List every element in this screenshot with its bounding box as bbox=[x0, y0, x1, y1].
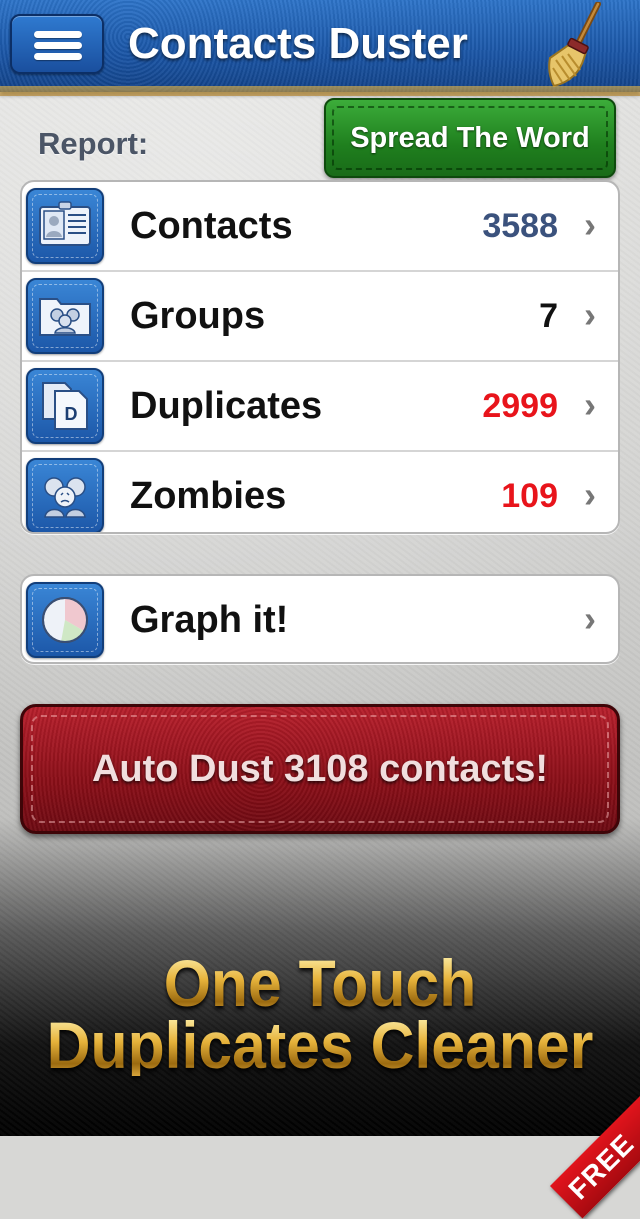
broom-icon bbox=[548, 2, 601, 88]
app-title: Contacts Duster bbox=[128, 19, 468, 68]
spread-the-word-button[interactable]: Spread The Word bbox=[324, 98, 616, 178]
chevron-right-icon: › bbox=[584, 204, 596, 245]
groups-count: 7 bbox=[539, 297, 558, 335]
graph-list: Graph it! › bbox=[20, 574, 620, 664]
duplicates-count: 2999 bbox=[482, 387, 558, 425]
group-folder-icon bbox=[26, 278, 104, 354]
report-label: Report: bbox=[38, 126, 149, 161]
hamburger-menu-icon-bar bbox=[34, 53, 82, 60]
duplicates-label: Duplicates bbox=[130, 385, 323, 427]
groups-label: Groups bbox=[130, 295, 266, 337]
zombies-count: 109 bbox=[501, 477, 558, 515]
chevron-right-icon: › bbox=[584, 384, 596, 425]
menu-button[interactable] bbox=[10, 14, 104, 74]
zombies-label: Zombies bbox=[130, 475, 287, 517]
chevron-right-icon: › bbox=[584, 294, 596, 335]
zombie-faces-icon bbox=[26, 458, 104, 532]
svg-text:D: D bbox=[65, 404, 78, 424]
spread-the-word-label: Spread The Word bbox=[350, 122, 590, 154]
contacts-label: Contacts bbox=[130, 205, 293, 247]
graph-it-label: Graph it! bbox=[130, 599, 289, 641]
chevron-right-icon: › bbox=[584, 474, 596, 515]
list-item-graph-it[interactable]: Graph it! › bbox=[22, 576, 618, 662]
duplicate-documents-icon: D bbox=[26, 368, 104, 444]
contacts-count: 3588 bbox=[482, 207, 558, 245]
hamburger-menu-icon bbox=[34, 31, 82, 38]
promo-line-1: One Touch bbox=[26, 950, 615, 1016]
report-list: Contacts 3588 › Groups 7 › D Duplicates … bbox=[20, 180, 620, 534]
list-item-zombies[interactable]: Zombies 109 › bbox=[22, 452, 618, 532]
auto-dust-label: Auto Dust 3108 contacts! bbox=[91, 748, 549, 790]
header-stitch-border bbox=[0, 86, 640, 96]
list-item-duplicates[interactable]: D Duplicates 2999 › bbox=[22, 362, 618, 452]
pie-chart-icon bbox=[26, 582, 104, 658]
list-item-contacts[interactable]: Contacts 3588 › bbox=[22, 182, 618, 272]
hamburger-menu-icon-bar bbox=[34, 42, 82, 49]
contact-card-icon bbox=[26, 188, 104, 264]
navigation-bar: Contacts Duster bbox=[0, 0, 640, 92]
chevron-right-icon: › bbox=[584, 598, 596, 639]
list-item-groups[interactable]: Groups 7 › bbox=[22, 272, 618, 362]
auto-dust-button[interactable]: Auto Dust 3108 contacts! bbox=[20, 704, 620, 834]
promo-line-2: Duplicates Cleaner bbox=[26, 1012, 615, 1078]
